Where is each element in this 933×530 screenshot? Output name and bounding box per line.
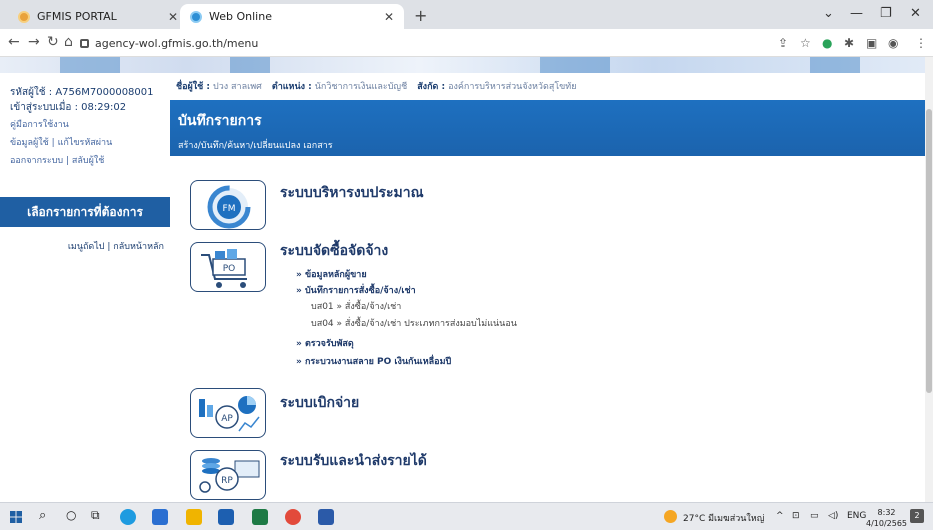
- page-subtitle: สร้าง/บันทึก/ค้นหา/เปลี่ยนแปลง เอกสาร: [178, 141, 333, 151]
- position-value: นักวิชาการเงินและบัญชี: [314, 82, 408, 92]
- home-link[interactable]: กลับหน้าหลัก: [113, 242, 164, 252]
- menu-links: เมนูถัดไป | กลับหน้าหลัก: [67, 242, 164, 252]
- top-banner: [0, 57, 933, 73]
- chevron-down-icon[interactable]: ⌄: [823, 6, 834, 21]
- favicon-icon: [190, 10, 202, 23]
- po-icon-text: PO: [223, 264, 236, 274]
- affiliation-label: สังกัด :: [417, 82, 446, 92]
- search-icon[interactable]: ⌕: [39, 508, 46, 523]
- po-order-record-link[interactable]: » บันทึกรายการสั่งซื้อ/จ้าง/เช่า: [296, 283, 416, 297]
- close-window-icon[interactable]: ✕: [910, 6, 921, 21]
- store-icon[interactable]: [152, 509, 168, 525]
- excel-icon[interactable]: [252, 509, 268, 525]
- profile-avatar[interactable]: ◉: [888, 36, 898, 50]
- kebab-menu-icon[interactable]: ⋮: [915, 36, 927, 50]
- session-links: ออกจากระบบ | สลับผู้ใช้: [10, 156, 105, 166]
- po-bs04-link[interactable]: บส04 » สั่งซื้อ/จ้าง/เช่า ประเภทการส่งมอ…: [311, 316, 517, 330]
- user-links: ข้อมูลผู้ใช้ | แก้ไขรหัสผ่าน: [10, 138, 113, 148]
- share-icon[interactable]: ⇪: [778, 36, 788, 50]
- restore-icon[interactable]: ❐: [880, 6, 892, 21]
- user-bar: ชื่อผู้ใช้ : ปวง สาลเพศ ตำแหน่ง : นักวิช…: [170, 73, 933, 99]
- new-tab-icon[interactable]: +: [414, 6, 427, 25]
- weather-icon: [664, 510, 677, 523]
- web-page: รหัสผู้ใช้ : A756M7000008001 เข้าสู่ระบบ…: [0, 57, 933, 502]
- cortana-icon[interactable]: ○: [66, 508, 76, 522]
- close-icon[interactable]: ✕: [384, 10, 394, 24]
- tab-title: Web Online: [209, 10, 272, 23]
- home-icon[interactable]: ⌂: [64, 34, 73, 50]
- word-icon[interactable]: [318, 509, 334, 525]
- user-value: ปวง สาลเพศ: [213, 82, 262, 92]
- network-icon[interactable]: ⊡: [792, 511, 800, 521]
- sidebar: รหัสผู้ใช้ : A756M7000008001 เข้าสู่ระบบ…: [0, 73, 170, 502]
- edge-icon[interactable]: [120, 509, 136, 525]
- close-icon[interactable]: ✕: [168, 10, 178, 24]
- notification-icon[interactable]: 2: [910, 509, 924, 523]
- chevron-up-icon[interactable]: ^: [776, 511, 784, 521]
- user-label: ชื่อผู้ใช้ :: [176, 82, 211, 92]
- manual-link[interactable]: คู่มือการใช้งาน: [10, 117, 69, 131]
- po-inspection-link[interactable]: » ตรวจรับพัสดุ: [296, 336, 354, 350]
- volume-icon[interactable]: ◁): [828, 511, 838, 521]
- change-password-link[interactable]: แก้ไขรหัสผ่าน: [58, 138, 113, 148]
- minimize-icon[interactable]: —: [850, 6, 863, 21]
- po-carryover-link[interactable]: » กระบวนงานสลาย PO เงินกันเหลื่อมปี: [296, 354, 451, 368]
- battery-icon[interactable]: ▭: [810, 511, 819, 521]
- ap-title[interactable]: ระบบเบิกจ่าย: [280, 392, 359, 414]
- browser-toolbar: ← → ↻ ⌂ agency-wol.gfmis.go.th/menu ⇪ ☆ …: [0, 29, 933, 57]
- logout-link[interactable]: ออกจากระบบ: [10, 156, 63, 166]
- fm-icon-text: FM: [223, 204, 236, 214]
- url-text: agency-wol.gfmis.go.th/menu: [95, 36, 259, 50]
- rp-icon[interactable]: RP: [190, 450, 266, 500]
- affiliation-value: องค์การบริหารส่วนจังหวัดสุโขทัย: [448, 82, 577, 92]
- fm-title[interactable]: ระบบบริหารงบประมาณ: [280, 182, 424, 204]
- rp-icon-text: RP: [221, 476, 233, 486]
- po-icon[interactable]: PO: [190, 242, 266, 292]
- explorer-icon[interactable]: [186, 509, 202, 525]
- page-title: บันทึกรายการ: [178, 113, 262, 129]
- tab-gfmis-portal[interactable]: GFMIS PORTAL ✕: [8, 4, 188, 29]
- taskbar: ⌕ ○ ⧉ 27°C มีเมฆส่วนใหญ่ ^ ⊡ ▭ ◁) ENG 8:…: [0, 502, 933, 530]
- rp-title[interactable]: ระบบรับและนำส่งรายได้: [280, 450, 427, 472]
- lock-icon: [80, 38, 89, 48]
- browser-tab-strip: GFMIS PORTAL ✕ Web Online ✕ + ⌄ — ❐ ✕: [0, 0, 933, 29]
- switch-user-link[interactable]: สลับผู้ใช้: [72, 156, 105, 166]
- forward-icon[interactable]: →: [28, 34, 40, 50]
- clock-time: 8:32: [877, 508, 896, 517]
- puzzle-icon[interactable]: ✱: [844, 36, 854, 50]
- clock-date: 4/10/2565: [866, 519, 908, 528]
- tab-title: GFMIS PORTAL: [37, 10, 117, 23]
- next-menu-link[interactable]: เมนูถัดไป: [68, 242, 105, 252]
- address-bar[interactable]: agency-wol.gfmis.go.th/menu: [80, 33, 555, 53]
- windows-start-icon[interactable]: [10, 511, 22, 523]
- tab-web-online[interactable]: Web Online ✕: [180, 4, 404, 29]
- ap-icon-text: AP: [221, 414, 233, 424]
- extension-icon[interactable]: ●: [822, 36, 832, 50]
- po-title[interactable]: ระบบจัดซื้อจัดจ้าง: [280, 240, 388, 262]
- fm-icon[interactable]: FM: [190, 180, 266, 230]
- input-language[interactable]: ENG: [847, 511, 866, 521]
- reload-icon[interactable]: ↻: [47, 34, 59, 50]
- po-vendor-master-link[interactable]: » ข้อมูลหลักผู้ขาย: [296, 267, 367, 281]
- task-view-icon[interactable]: ⧉: [91, 508, 100, 523]
- sidepanel-icon[interactable]: ▣: [866, 36, 877, 50]
- mail-icon[interactable]: [218, 509, 234, 525]
- ap-icon[interactable]: AP: [190, 388, 266, 438]
- po-bs01-link[interactable]: บส01 » สั่งซื้อ/จ้าง/เช่า: [311, 299, 401, 313]
- weather-text[interactable]: 27°C มีเมฆส่วนใหญ่: [683, 511, 764, 525]
- scrollbar-thumb[interactable]: [926, 109, 932, 393]
- position-label: ตำแหน่ง :: [271, 82, 312, 92]
- login-time: เข้าสู่ระบบเมื่อ : 08:29:02: [10, 102, 127, 113]
- user-info-link[interactable]: ข้อมูลผู้ใช้: [10, 138, 49, 148]
- menu-title: เลือกรายการที่ต้องการ: [0, 197, 170, 227]
- clock[interactable]: 8:32 4/10/2565: [866, 507, 907, 529]
- page-header: บันทึกรายการ สร้าง/บันทึก/ค้นหา/เปลี่ยนแ…: [170, 100, 925, 156]
- user-id: รหัสผู้ใช้ : A756M7000008001: [10, 87, 154, 98]
- chrome-icon[interactable]: [285, 509, 301, 525]
- star-icon[interactable]: ☆: [800, 36, 811, 50]
- back-icon[interactable]: ←: [8, 34, 20, 50]
- favicon-icon: [18, 10, 30, 23]
